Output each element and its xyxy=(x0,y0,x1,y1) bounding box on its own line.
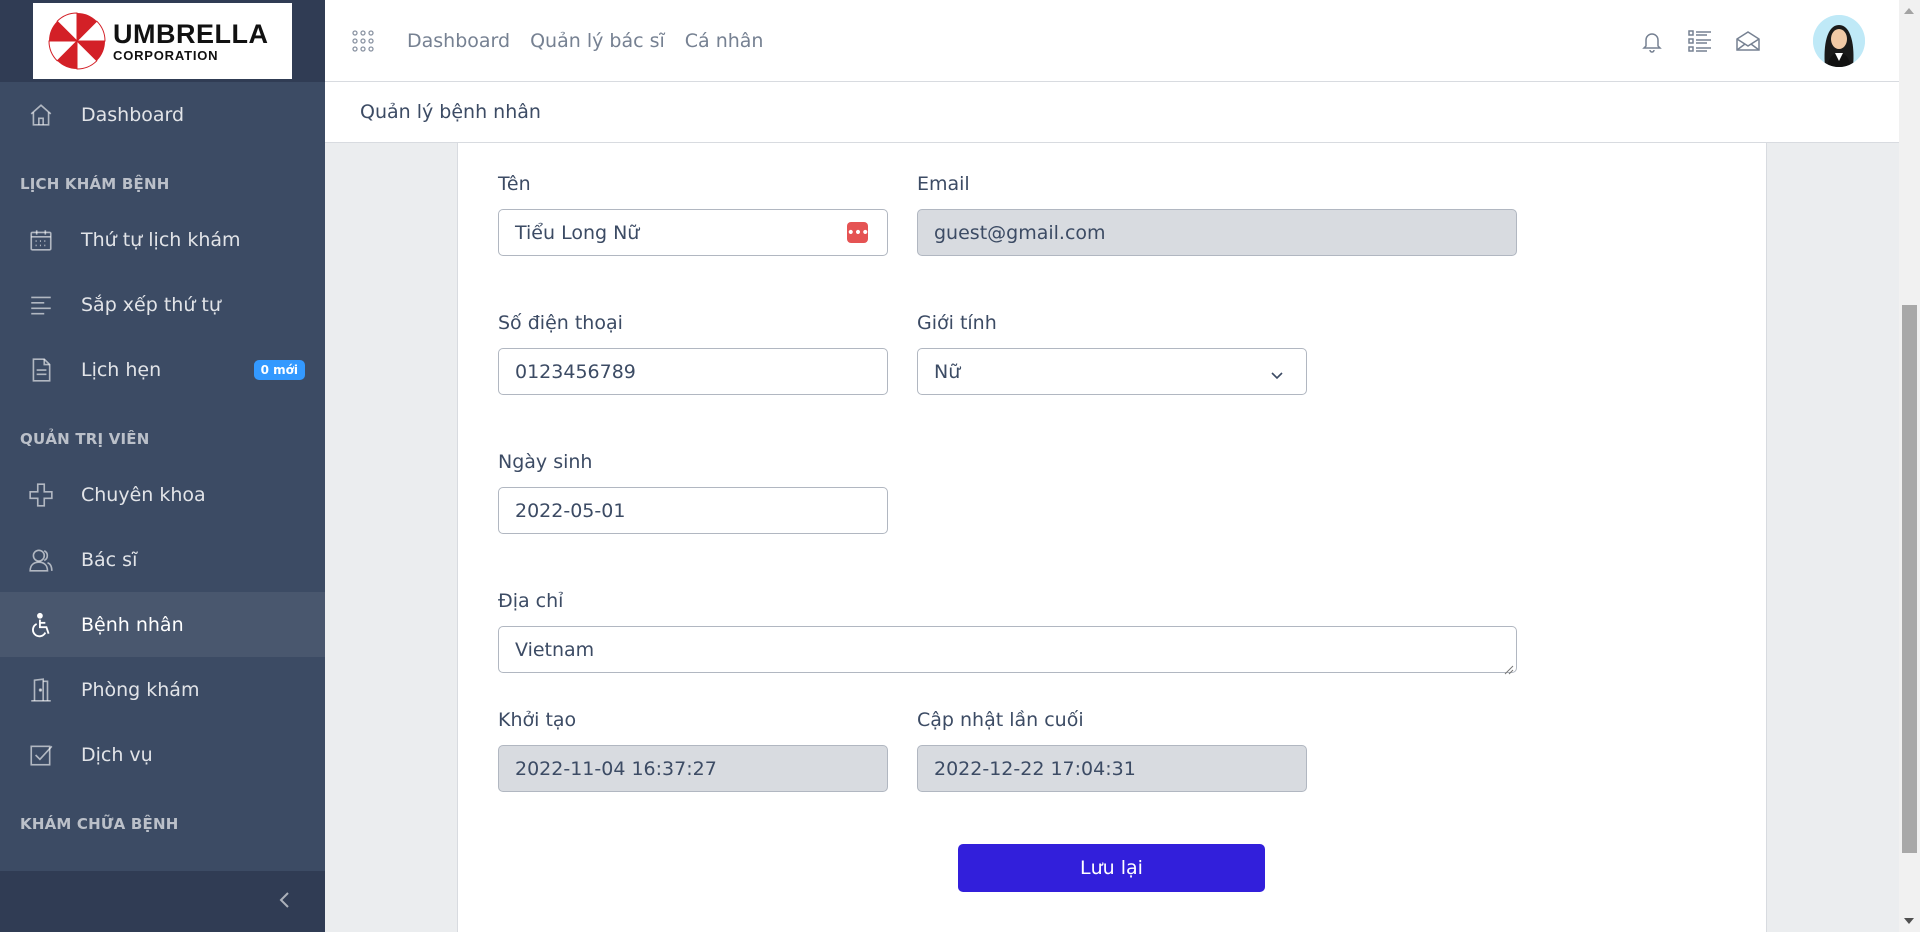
people-icon xyxy=(28,547,54,573)
chevron-left-icon xyxy=(277,891,293,913)
sidebar-item-clinics[interactable]: Phòng khám xyxy=(0,657,325,722)
sidebar-item-appointment-order[interactable]: Thứ tự lịch khám xyxy=(0,207,325,272)
page-scrollbar[interactable] xyxy=(1899,0,1920,932)
sidebar-item-label: Sắp xếp thứ tự xyxy=(81,293,221,316)
sidebar-brand[interactable]: UMBRELLA CORPORATION xyxy=(0,0,325,82)
patient-form-card: Tên Tiểu Long Nữ ••• Email guest@gmail.c… xyxy=(457,143,1767,932)
phone-input-value: 0123456789 xyxy=(515,360,636,383)
email-input: guest@gmail.com xyxy=(917,209,1517,256)
sidebar-item-label: Bệnh nhân xyxy=(81,613,184,636)
name-label: Tên xyxy=(498,173,531,195)
header-link-doctor-management[interactable]: Quản lý bác sĩ xyxy=(520,30,675,52)
envelope-open-icon[interactable] xyxy=(1735,28,1761,54)
bell-icon[interactable] xyxy=(1639,28,1665,54)
email-input-value: guest@gmail.com xyxy=(934,221,1106,244)
gender-select[interactable]: Nữ xyxy=(917,348,1307,395)
scroll-up-arrow-icon[interactable] xyxy=(1904,8,1914,14)
sidebar-item-label: Chuyên khoa xyxy=(81,483,206,506)
email-label: Email xyxy=(917,173,970,195)
phone-field-group: Số điện thoại 0123456789 xyxy=(498,312,888,395)
sidebar-item-label: Dashboard xyxy=(81,103,185,126)
name-input-value: Tiểu Long Nữ xyxy=(515,221,640,244)
created-label: Khởi tạo xyxy=(498,709,577,731)
task-list-icon[interactable] xyxy=(1687,28,1713,54)
sidebar-item-label: Thứ tự lịch khám xyxy=(81,228,241,251)
task-icon xyxy=(28,742,54,768)
chevron-down-icon xyxy=(1270,365,1284,380)
sidebar-item-dashboard[interactable]: Dashboard xyxy=(0,82,325,147)
resize-grip-icon[interactable] xyxy=(1502,658,1514,675)
updated-field-group: Cập nhật lần cuối 2022-12-22 17:04:31 xyxy=(917,709,1307,792)
calendar-icon xyxy=(28,227,54,253)
phone-input[interactable]: 0123456789 xyxy=(498,348,888,395)
header-link-dashboard[interactable]: Dashboard xyxy=(397,30,520,52)
top-header: Dashboard Quản lý bác sĩ Cá nhân xyxy=(325,0,1899,82)
gender-label: Giới tính xyxy=(917,312,997,334)
scroll-down-arrow-icon[interactable] xyxy=(1904,918,1914,924)
sidebar-section-title: KHÁM CHỮA BỆNH xyxy=(20,815,179,833)
door-icon xyxy=(28,677,54,703)
sidebar-item-label: Dịch vụ xyxy=(81,743,153,766)
dob-label: Ngày sinh xyxy=(498,451,593,473)
gender-field-group: Giới tính Nữ xyxy=(917,312,1307,395)
sidebar-item-doctors[interactable]: Bác sĩ xyxy=(0,527,325,592)
sidebar-item-label: Bác sĩ xyxy=(81,548,138,571)
new-count-badge: 0 mới xyxy=(253,359,305,380)
brand-name: UMBRELLA xyxy=(113,18,269,49)
sidebar-item-services[interactable]: Dịch vụ xyxy=(0,722,325,787)
home-icon xyxy=(28,102,54,128)
address-textarea[interactable]: Vietnam xyxy=(498,626,1517,675)
umbrella-logo-icon xyxy=(48,12,106,70)
file-icon xyxy=(28,357,54,383)
password-manager-icon[interactable]: ••• xyxy=(847,222,869,243)
sidebar-section-title: LỊCH KHÁM BỆNH xyxy=(20,175,170,193)
email-field-group: Email guest@gmail.com xyxy=(917,173,1517,256)
sidebar-section-title: QUẢN TRỊ VIÊN xyxy=(20,430,150,448)
align-left-icon xyxy=(28,292,54,318)
address-textarea-value: Vietnam xyxy=(515,638,595,661)
sidebar-item-appointments[interactable]: Lịch hẹn 0 mới xyxy=(0,337,325,402)
updated-input: 2022-12-22 17:04:31 xyxy=(917,745,1307,792)
header-link-profile[interactable]: Cá nhân xyxy=(675,30,774,52)
sidebar-minimizer-button[interactable] xyxy=(0,871,325,932)
umbrella-logo: UMBRELLA CORPORATION xyxy=(33,3,292,79)
sidebar-item-sort-order[interactable]: Sắp xếp thứ tự xyxy=(0,272,325,337)
address-label: Địa chỉ xyxy=(498,590,564,612)
created-input-value: 2022-11-04 16:37:27 xyxy=(515,757,717,780)
sidebar-item-label: Phòng khám xyxy=(81,678,200,701)
address-field-group: Địa chỉ Vietnam xyxy=(498,590,1517,675)
created-input: 2022-11-04 16:37:27 xyxy=(498,745,888,792)
sidebar-item-specialty[interactable]: Chuyên khoa xyxy=(0,462,325,527)
save-button[interactable]: Lưu lại xyxy=(958,844,1265,892)
sidebar-item-patients[interactable]: Bệnh nhân xyxy=(0,592,325,657)
sidebar: UMBRELLA CORPORATION Dashboard LỊCH KHÁM… xyxy=(0,0,325,932)
scrollbar-thumb[interactable] xyxy=(1902,305,1917,853)
gender-select-value: Nữ xyxy=(934,360,961,383)
breadcrumb: Quản lý bệnh nhân xyxy=(325,82,1899,143)
sidebar-item-label: Lịch hẹn xyxy=(81,358,162,381)
dob-input[interactable]: 2022-05-01 xyxy=(498,487,888,534)
updated-input-value: 2022-12-22 17:04:31 xyxy=(934,757,1136,780)
sidebar-nav: Dashboard LỊCH KHÁM BỆNH Thứ tự lịch khá… xyxy=(0,82,325,847)
header-nav: Dashboard Quản lý bác sĩ Cá nhân xyxy=(397,30,773,52)
name-field-group: Tên Tiểu Long Nữ ••• xyxy=(498,173,888,256)
user-avatar[interactable] xyxy=(1813,14,1865,67)
dob-field-group: Ngày sinh 2022-05-01 xyxy=(498,451,888,534)
updated-label: Cập nhật lần cuối xyxy=(917,709,1084,731)
grid-menu-icon[interactable] xyxy=(351,29,375,53)
plus-icon xyxy=(28,482,54,508)
dob-input-value: 2022-05-01 xyxy=(515,499,626,522)
brand-sub: CORPORATION xyxy=(113,47,219,63)
breadcrumb-current: Quản lý bệnh nhân xyxy=(360,101,541,123)
created-field-group: Khởi tạo 2022-11-04 16:37:27 xyxy=(498,709,888,792)
name-input[interactable]: Tiểu Long Nữ ••• xyxy=(498,209,888,256)
accessible-icon xyxy=(28,612,54,638)
phone-label: Số điện thoại xyxy=(498,312,623,334)
